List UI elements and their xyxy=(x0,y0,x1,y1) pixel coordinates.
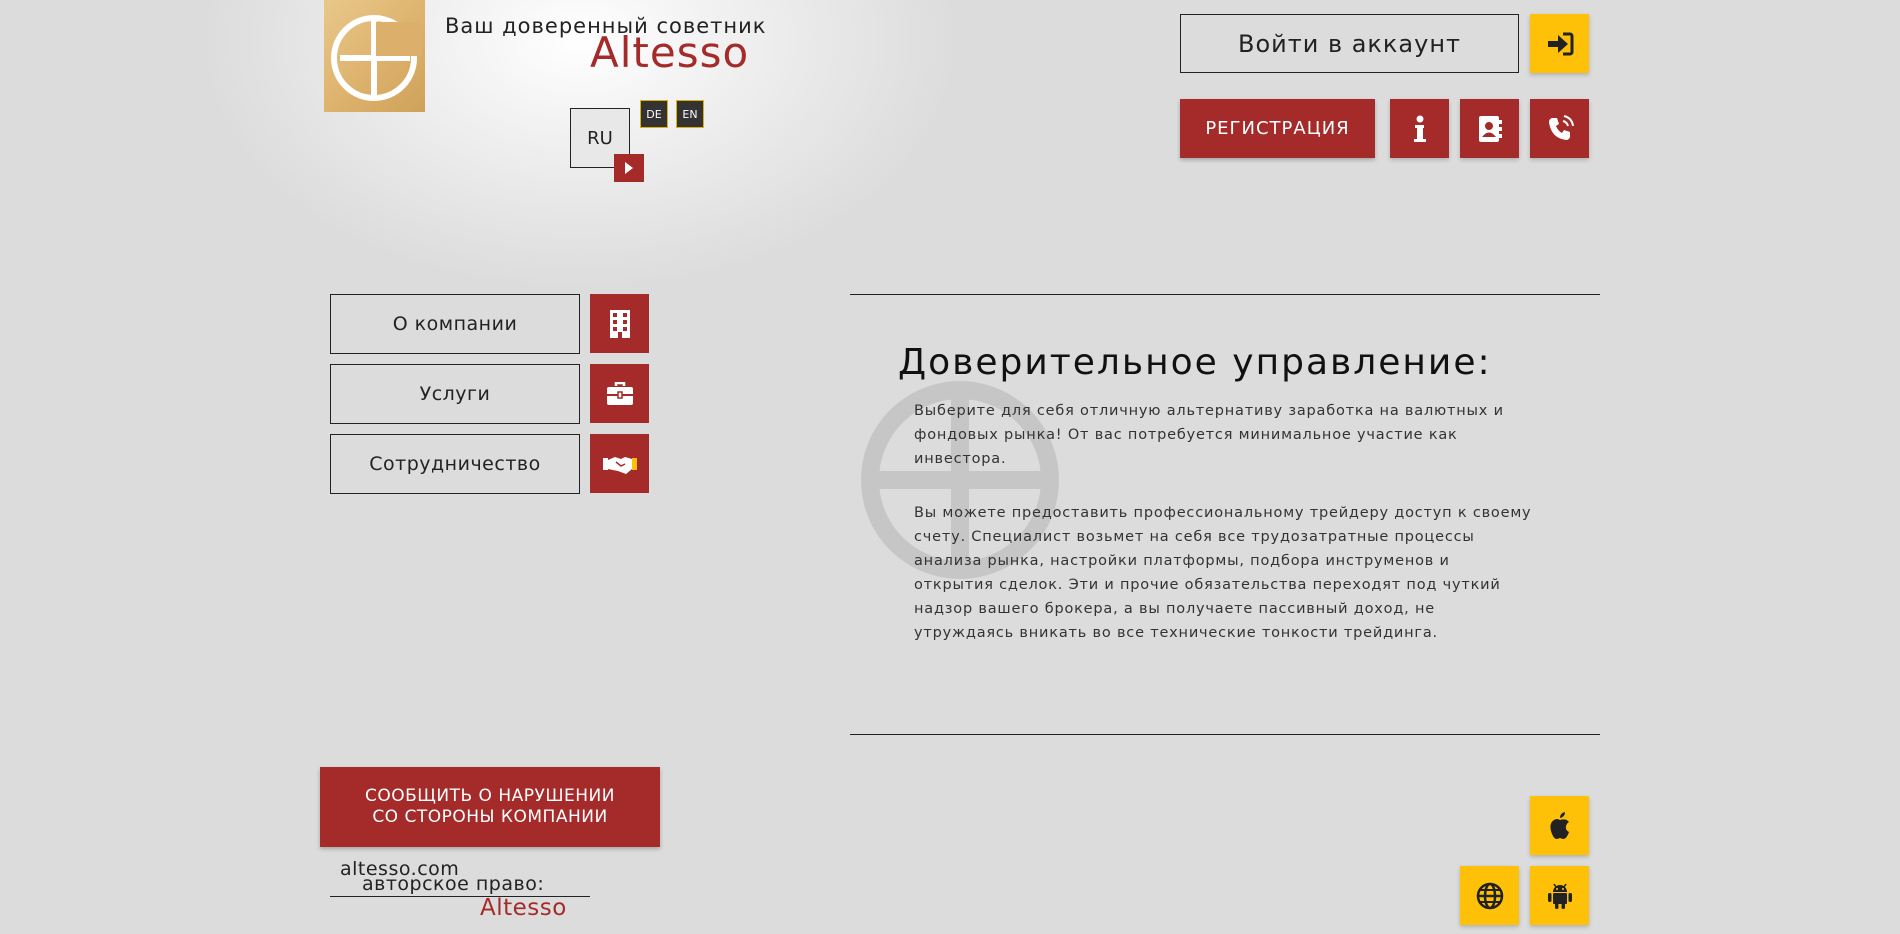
login-icon-button[interactable] xyxy=(1530,14,1589,73)
content-paragraph-2: Вы можете предоставить профессиональному… xyxy=(914,505,1532,641)
nav-item-services[interactable]: Услуги xyxy=(330,364,580,424)
info-icon xyxy=(1413,115,1426,142)
sign-in-icon xyxy=(1547,32,1573,55)
brand-name: Altesso xyxy=(590,28,750,77)
globe-icon xyxy=(1476,882,1503,909)
address-book-icon xyxy=(1478,115,1502,142)
page: Ваш доверенный советник Altesso RU DE EN… xyxy=(0,0,1900,934)
nav-cooperation-icon-button[interactable] xyxy=(590,434,649,493)
language-option-de[interactable]: DE xyxy=(640,100,668,128)
apple-icon xyxy=(1549,811,1569,839)
contacts-button[interactable] xyxy=(1460,99,1519,158)
language-toggle-button[interactable] xyxy=(614,154,644,182)
info-button[interactable] xyxy=(1390,99,1449,158)
report-line-1: СООБЩИТЬ О НАРУШЕНИИ xyxy=(364,786,615,806)
briefcase-icon xyxy=(606,381,633,405)
caret-right-icon xyxy=(625,162,633,174)
nav-item-cooperation[interactable]: Сотрудничество xyxy=(330,434,580,494)
handshake-icon xyxy=(602,456,637,474)
altesso-logo-icon xyxy=(331,15,422,101)
android-icon xyxy=(1547,883,1572,909)
footer-brand: Altesso xyxy=(480,895,567,921)
report-violation-button[interactable]: СООБЩИТЬ О НАРУШЕНИИ СО СТОРОНЫ КОМПАНИИ xyxy=(320,767,660,847)
nav-about-icon-button[interactable] xyxy=(590,294,649,353)
nav-item-about[interactable]: О компании xyxy=(330,294,580,354)
language-option-en[interactable]: EN xyxy=(676,100,704,128)
content-bottom-divider xyxy=(850,734,1600,735)
apple-app-button[interactable] xyxy=(1530,796,1589,855)
report-line-2: СО СТОРОНЫ КОМПАНИИ xyxy=(372,807,608,827)
logo[interactable] xyxy=(324,0,425,112)
content-paragraph-1: Выберите для себя отличную альтернативу … xyxy=(914,403,1504,467)
phone-volume-icon xyxy=(1548,114,1574,140)
call-button[interactable] xyxy=(1530,99,1589,158)
web-app-button[interactable] xyxy=(1460,866,1519,925)
register-button[interactable]: РЕГИСТРАЦИЯ xyxy=(1180,99,1375,158)
footer-copyright-label: авторское право: xyxy=(362,873,545,895)
login-button[interactable]: Войти в аккаунт xyxy=(1180,14,1519,73)
android-app-button[interactable] xyxy=(1530,866,1589,925)
content-title: Доверительное управление: xyxy=(898,342,1492,383)
nav-services-icon-button[interactable] xyxy=(590,364,649,423)
content-top-divider xyxy=(850,294,1600,295)
building-icon xyxy=(609,309,630,338)
